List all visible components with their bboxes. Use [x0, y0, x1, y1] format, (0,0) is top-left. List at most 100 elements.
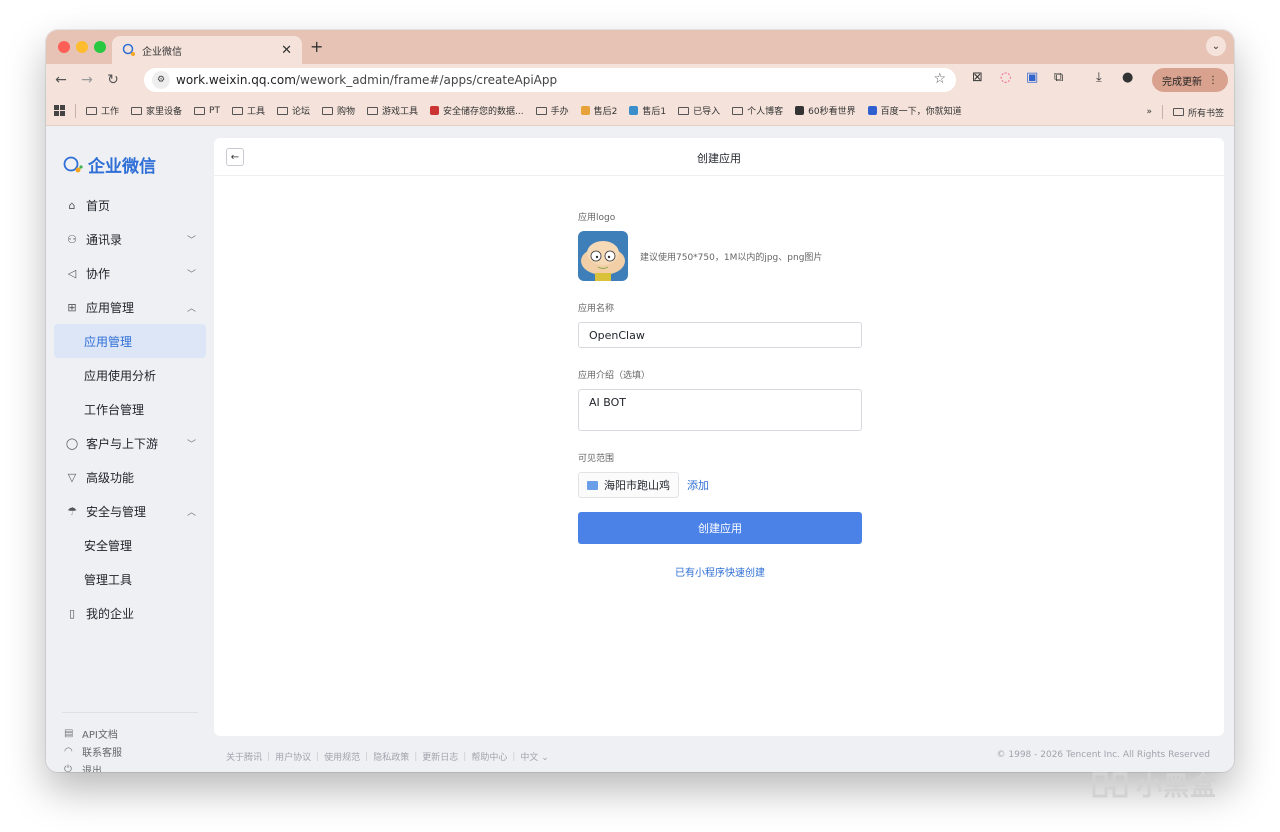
sidebar-item[interactable]: ⌂ 首页 — [54, 188, 206, 222]
org-icon: ⚇ — [67, 232, 77, 246]
tab-close-icon[interactable]: ✕ — [281, 43, 292, 58]
scope-department-chip[interactable]: 海阳市跑山鸡 — [578, 472, 679, 498]
bookmarks-overflow-icon[interactable]: » — [1146, 107, 1152, 117]
logout-link[interactable]: ⏻ 退出 — [64, 762, 102, 772]
bookmark-item[interactable]: 游戏工具 — [367, 104, 418, 117]
forward-arrow-icon[interactable]: → — [76, 72, 98, 88]
bookmark-item[interactable]: 售后1 — [629, 104, 666, 117]
collab-icon: ◁ — [67, 266, 77, 280]
address-bar[interactable]: ⚙ work.weixin.qq.com/wework_admin/frame#… — [144, 68, 956, 92]
footer-link[interactable]: 关于腾讯 — [226, 750, 262, 763]
profile-avatar-icon[interactable]: ● — [1122, 70, 1133, 85]
folder-icon — [367, 106, 379, 115]
bookmark-label: 售后1 — [642, 107, 667, 117]
folder-icon — [678, 106, 690, 115]
minimize-window-button[interactable] — [76, 41, 88, 53]
wecom-admin-app: 企业微信 ⌂ 首页 ⚇ 通讯录 ﹀ ◁ 协作 ﹀ ⊞ 应用管理 ︿ 应用管理 应用使用分析 工作台管理 ◯ 客… — [46, 126, 1234, 772]
api-docs-link[interactable]: ▤ API文档 — [64, 726, 118, 741]
bookmark-star-icon[interactable]: ☆ — [933, 71, 946, 87]
extension-icon[interactable]: ⊠ — [972, 70, 983, 85]
folder-icon — [194, 106, 206, 115]
footer-link[interactable]: 用户协议 — [275, 750, 311, 763]
chevron-icon: ﹀ — [186, 235, 196, 246]
app-intro-textarea[interactable]: AI BOT — [578, 389, 862, 431]
bookmark-label: 家里设备 — [146, 107, 183, 117]
watermark-text: 小黑盒 — [1136, 772, 1218, 802]
scope-label: 可见范围 — [578, 454, 615, 464]
browser-window: 企业微信 ✕ + ⌄ ← → ↻ ⚙ work.weixin.qq.com/we… — [46, 30, 1234, 772]
update-button[interactable]: 完成更新 ⋮ — [1152, 68, 1228, 92]
create-app-button[interactable]: 创建应用 — [578, 512, 862, 544]
bookmark-item[interactable]: 手办 — [535, 104, 569, 117]
new-tab-icon[interactable]: + — [310, 37, 323, 56]
sidebar-item-label: 我的企业 — [86, 606, 135, 621]
add-scope-link[interactable]: 添加 — [687, 477, 709, 493]
sidebar-item[interactable]: 安全管理 — [54, 528, 206, 562]
app-name-input[interactable]: OpenClaw — [578, 322, 862, 348]
bookmark-item[interactable]: 已导入 — [678, 104, 720, 117]
reload-icon[interactable]: ↻ — [102, 72, 124, 88]
sidebar-item[interactable]: 工作台管理 — [54, 392, 206, 426]
sidebar-item[interactable]: ◯ 客户与上下游 ﹀ — [54, 426, 206, 460]
extension-icon[interactable]: ▣ — [1026, 70, 1038, 85]
apps-grid-icon[interactable] — [54, 105, 65, 116]
brand[interactable]: 企业微信 — [62, 152, 156, 177]
footer-link[interactable]: 更新日志 — [422, 750, 458, 763]
bookmark-item[interactable]: 购物 — [322, 104, 355, 117]
download-icon[interactable]: ⤓ — [1096, 70, 1102, 85]
chevron-icon: ﹀ — [186, 269, 196, 280]
sidebar-item[interactable]: ☂ 安全与管理 ︿ — [54, 494, 206, 528]
browser-tab[interactable]: 企业微信 ✕ — [112, 36, 302, 64]
sidebar-item[interactable]: ▯ 我的企业 — [54, 596, 206, 630]
bookmark-item[interactable]: 个人博客 — [732, 104, 783, 117]
back-arrow-icon[interactable]: ← — [50, 72, 72, 88]
tab-search-icon[interactable]: ⌄ — [1206, 36, 1226, 56]
folder-icon — [1172, 108, 1184, 116]
extensions-puzzle-icon[interactable]: ⧉ — [1054, 70, 1063, 85]
fish-icon — [629, 106, 639, 115]
footer-link[interactable]: 使用规范 — [324, 750, 360, 763]
power-icon: ⏻ — [64, 764, 72, 772]
folder-icon — [86, 106, 97, 115]
chat-icon: ◯ — [65, 436, 79, 450]
sidebar-item[interactable]: 管理工具 — [54, 562, 206, 596]
sidebar-item[interactable]: ▽ 高级功能 — [54, 460, 206, 494]
folder-icon — [535, 106, 547, 115]
bookmark-item[interactable]: 安全储存您的数据... — [430, 104, 524, 117]
bookmark-item[interactable]: PT — [194, 106, 220, 116]
bookmarks-divider — [75, 103, 76, 118]
bookmark-item[interactable]: 60秒看世界 — [795, 104, 856, 117]
logout-label: 退出 — [82, 766, 102, 772]
building-icon: ▯ — [68, 606, 76, 620]
footer-link[interactable]: 帮助中心 — [471, 750, 507, 763]
footer-separator: | — [316, 751, 320, 762]
site-settings-icon[interactable]: ⚙ — [152, 71, 170, 89]
all-bookmarks-folder[interactable]: 所有书签 — [1172, 106, 1224, 119]
bookmark-label: 个人博客 — [747, 107, 784, 117]
close-window-button[interactable] — [58, 41, 70, 53]
sidebar-item[interactable]: 应用使用分析 — [54, 358, 206, 392]
contact-support-link[interactable]: ◠ 联系客服 — [64, 744, 122, 759]
bookmark-item[interactable]: 百度一下，你就知道 — [867, 104, 962, 117]
footer-link[interactable]: 中文 ⌄ — [520, 750, 548, 763]
create-app-form: 应用logo 建议使用750*750，1M以内的jpg、png图片 应用名称 O… — [578, 210, 862, 579]
sidebar-item[interactable]: ⚇ 通讯录 ﹀ — [54, 222, 206, 256]
bookmark-label: PT — [209, 105, 220, 116]
sidebar-divider — [62, 712, 198, 713]
sidebar-item[interactable]: 应用管理 — [54, 324, 206, 358]
apps-icon: ⊞ — [67, 300, 77, 314]
extension-icon[interactable]: ◌ — [1000, 70, 1011, 85]
bookmark-item[interactable]: 工具 — [231, 104, 265, 117]
folder-icon — [276, 106, 288, 115]
bookmark-item[interactable]: 售后2 — [580, 104, 617, 117]
bookmark-item[interactable]: 家里设备 — [131, 104, 182, 117]
bookmark-item[interactable]: 工作 — [86, 104, 119, 117]
maximize-window-button[interactable] — [94, 41, 106, 53]
mini-program-quick-create-link[interactable]: 已有小程序快速创建 — [578, 564, 862, 579]
footer-link[interactable]: 隐私政策 — [373, 750, 409, 763]
sidebar-item[interactable]: ⊞ 应用管理 ︿ — [54, 290, 206, 324]
panel-header: ← 创建应用 — [214, 138, 1224, 176]
app-logo-upload[interactable] — [578, 231, 628, 281]
bookmark-item[interactable]: 论坛 — [276, 104, 310, 117]
sidebar-item[interactable]: ◁ 协作 ﹀ — [54, 256, 206, 290]
